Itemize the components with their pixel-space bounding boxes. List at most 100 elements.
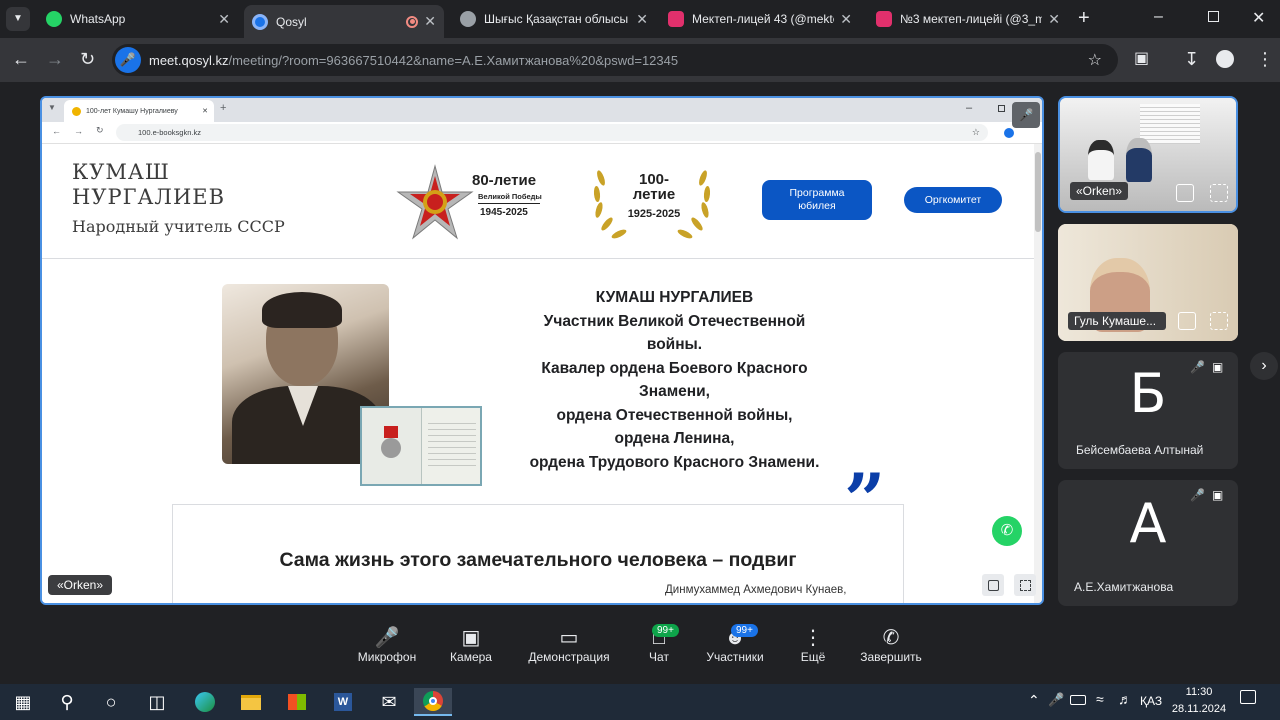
bio-line: ордена Ленина, — [614, 430, 735, 447]
edge-icon[interactable] — [186, 688, 224, 716]
tab-instagram-3[interactable]: №3 мектеп-лицейі (@3_me ✕ — [868, 5, 1068, 33]
tab-qosyl[interactable]: Qosyl ✕ — [244, 5, 444, 38]
close-window-button[interactable]: ✕ — [1252, 8, 1265, 28]
video-window-blinds — [1140, 104, 1200, 144]
committee-button[interactable]: Оргкомитет — [904, 187, 1002, 213]
participant-name: Бейсембаева Алтынай — [1076, 443, 1204, 457]
cortana-icon[interactable]: ○ — [92, 688, 130, 716]
task-view-icon[interactable]: ◫ — [138, 688, 176, 716]
tab-title: Шығыс Қазақстан облысы — [484, 12, 629, 26]
participant-tile-orken[interactable]: «Orken» — [1058, 96, 1238, 213]
instagram-icon — [876, 11, 892, 27]
chrome-icon[interactable] — [414, 688, 452, 716]
camera-button[interactable]: ▣ Камера — [426, 626, 516, 664]
participant-tile-khamitzhanova[interactable]: 🎤 ▣ А А.Е.Хамитжанова — [1058, 480, 1238, 606]
shared-tab: 100-лет Кумашу Нургалиеву ✕ — [64, 100, 214, 122]
store-icon[interactable] — [278, 688, 316, 716]
file-explorer-icon[interactable] — [232, 688, 270, 716]
bio-line: КУМАШ НУРГАЛИЕВ — [595, 289, 754, 306]
close-icon[interactable]: ✕ — [636, 11, 648, 28]
profile-icon — [1004, 128, 1014, 138]
mic-in-use-icon[interactable]: 🎤 — [115, 47, 141, 73]
presenter-name-chip: «Orken» — [48, 575, 113, 595]
close-icon: ✕ — [202, 108, 208, 115]
scrollbar-thumb[interactable] — [1035, 152, 1041, 232]
tray-battery-icon[interactable] — [1070, 695, 1086, 705]
globe-icon — [460, 11, 476, 27]
participant-tile-beysembayeva[interactable]: 🎤 ▣ Б Бейсембаева Алтынай — [1058, 352, 1238, 469]
fullscreen-icon[interactable] — [1210, 184, 1228, 202]
pip-icon[interactable] — [1176, 184, 1194, 202]
clock-time[interactable]: 11:30 — [1176, 686, 1222, 698]
close-icon[interactable]: ✕ — [424, 13, 436, 30]
pip-button[interactable] — [982, 574, 1004, 596]
screen-share-button[interactable]: ▭ Демонстрация — [524, 626, 614, 664]
search-icon[interactable]: ⚲ — [48, 688, 86, 716]
browser-tab-strip: ▼ WhatsApp ✕ Qosyl ✕ Шығыс Қазақстан обл… — [0, 0, 1280, 38]
address-bar[interactable]: 🎤 meet.qosyl.kz /meeting/?room=963667510… — [112, 44, 1118, 76]
whatsapp-icon — [46, 11, 62, 27]
tab-search-button: ▼ — [48, 103, 56, 112]
bio-line: Знамени, — [639, 383, 710, 400]
reload-icon[interactable]: ↻ — [80, 50, 95, 68]
close-icon[interactable]: ✕ — [1048, 11, 1060, 28]
restore-button[interactable] — [1208, 11, 1219, 22]
participant-tile-gul[interactable]: Гуль Кумаше... — [1058, 224, 1238, 341]
scrollbar[interactable] — [1034, 144, 1042, 603]
tab-title: Мектеп-лицей 43 (@mektep — [692, 12, 835, 26]
back-icon[interactable]: ← — [12, 50, 30, 68]
site-subtitle: Народный учитель СССР — [72, 217, 285, 236]
whatsapp-float-icon[interactable]: ✆ — [992, 516, 1022, 546]
tray-wifi-icon[interactable]: ≈ — [1096, 691, 1104, 707]
forward-icon[interactable]: → — [46, 50, 64, 68]
order-star-icon — [396, 164, 474, 240]
new-tab-button[interactable]: + — [1078, 7, 1090, 30]
fullscreen-button[interactable] — [1014, 574, 1036, 596]
tab-title: Qosyl — [276, 14, 307, 29]
next-page-button[interactable]: › — [1250, 352, 1278, 380]
tray-mic-icon[interactable]: 🎤 — [1048, 692, 1064, 708]
participant-avatar-letter: Б — [1129, 362, 1167, 425]
qosyl-icon — [252, 13, 268, 30]
tray-volume-icon[interactable]: ♬ — [1118, 691, 1132, 707]
browser-toolbar: ← → ↻ 🎤 meet.qosyl.kz /meeting/?room=963… — [0, 38, 1280, 82]
mail-icon[interactable]: ✉ — [370, 688, 408, 716]
tab-instagram-43[interactable]: Мектеп-лицей 43 (@mektep ✕ — [660, 5, 860, 33]
program-button[interactable]: Программа юбилея — [762, 180, 872, 220]
tab-search-button[interactable]: ▼ — [6, 7, 30, 31]
end-call-button[interactable]: ✆ Завершить — [846, 626, 936, 664]
new-tab-icon: + — [220, 102, 227, 114]
close-icon[interactable]: ✕ — [218, 11, 230, 28]
badge80-years: 1945-2025 — [480, 207, 528, 218]
clock-date[interactable]: 28.11.2024 — [1170, 703, 1228, 715]
input-language[interactable]: ҚАЗ — [1140, 694, 1162, 708]
menu-icon[interactable]: ⋮ — [1256, 50, 1274, 68]
end-call-label: Завершить — [860, 650, 922, 664]
pip-icon[interactable] — [1178, 312, 1196, 330]
back-icon: ← — [52, 126, 61, 136]
word-icon[interactable]: W — [324, 688, 362, 716]
windows-taskbar: ▦ ⚲ ○ ◫ W ✉ ⌃ 🎤 ≈ ♬ ҚАЗ 11:30 28.11.2024 — [0, 684, 1280, 720]
windows-start-icon[interactable]: ▦ — [4, 688, 42, 716]
bio-line: ордена Трудового Красного Знамени. — [529, 453, 820, 471]
participants-badge: 99+ — [731, 624, 758, 637]
url-domain: meet.qosyl.kz — [149, 52, 229, 68]
forward-icon: → — [74, 126, 83, 136]
extensions-icon[interactable]: ▣ — [1134, 50, 1149, 68]
profile-icon[interactable] — [1216, 50, 1234, 68]
minimize-button[interactable]: – — [1154, 8, 1163, 26]
close-icon[interactable]: ✕ — [840, 11, 852, 28]
bio-line: Кавалер ордена Боевого Красного — [541, 359, 808, 377]
bookmark-star-icon[interactable]: ☆ — [1088, 50, 1102, 70]
header-divider — [42, 258, 1036, 259]
tray-chevron-icon[interactable]: ⌃ — [1028, 692, 1040, 709]
more-button[interactable]: ⋮ Ещё — [768, 626, 858, 664]
mic-button[interactable]: 🎤 Микрофон — [342, 626, 432, 664]
mic-off-icon: 🎤 — [374, 627, 400, 649]
fullscreen-icon[interactable] — [1210, 312, 1228, 330]
download-icon[interactable]: ↧ — [1184, 50, 1199, 68]
tab-whatsapp[interactable]: WhatsApp ✕ — [38, 5, 238, 33]
tab-region[interactable]: Шығыс Қазақстан облысы ✕ — [452, 5, 656, 33]
notifications-icon[interactable] — [1240, 690, 1256, 704]
medal-ribbon — [384, 426, 398, 438]
